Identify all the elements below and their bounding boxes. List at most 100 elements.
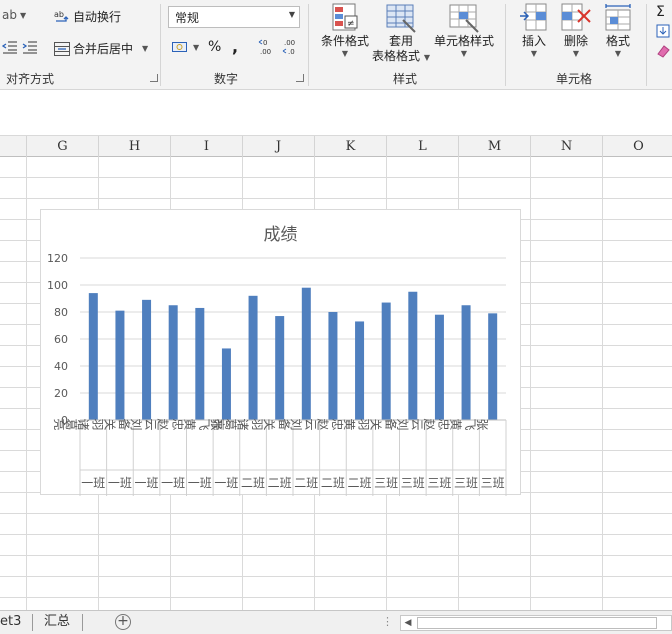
chart-plot-area[interactable]: 020406080100120诸葛亮一班关羽一班刘备一班赵云一班黄忠一班张飞一班… [41,210,522,496]
plus-icon: + [117,613,129,629]
number-dialog-launcher-icon[interactable] [296,74,304,82]
svg-text:ab: ab [54,10,64,19]
tab-split-handle[interactable]: ⋮ [382,615,393,628]
alignment-dialog-launcher-icon[interactable] [150,74,158,82]
increase-indent-button[interactable] [22,40,38,54]
x-group-label: 二班 [294,476,318,490]
comma-style-button[interactable]: , [232,37,238,56]
cell-styles-label: 单元格样式 [433,34,494,48]
column-header-l[interactable]: L [387,136,459,157]
increase-decimal-button[interactable]: 0 .00 [258,38,276,56]
sheet-tabs-bar: et3 汇总 + ⋮ ◀ [0,610,672,634]
bar-一班-刘备[interactable] [142,299,152,420]
merge-center-label: 合并后居中 [73,42,134,56]
column-header-g[interactable]: G [27,136,99,157]
bar-一班-关羽[interactable] [115,310,125,420]
bar-二班-关羽[interactable] [275,316,285,420]
x-tick-label: 黄忠 [172,417,196,431]
group-divider [646,4,647,86]
y-tick-label: 100 [47,279,68,292]
y-tick-label: 80 [54,306,68,319]
merge-center-button[interactable]: 合并后居中 ▼ [54,40,148,57]
bar-三班-张飞[interactable] [488,313,498,420]
chevron-down-icon: ▼ [288,10,295,19]
x-group-label: 三班 [374,476,398,490]
wrap-text-button[interactable]: ab 自动换行 [54,8,121,25]
x-group-label: 一班 [81,476,105,490]
y-tick-label: 120 [47,252,68,265]
insert-cells-label: 插入 [521,34,546,48]
bar-一班-诸葛亮[interactable] [88,293,98,420]
scrollbar-thumb[interactable] [417,617,657,629]
conditional-formatting-icon: ≠ [332,3,358,31]
column-header-i[interactable]: I [171,136,243,157]
x-tick-label: 诸葛亮 [53,417,89,431]
increase-decimal-icon: 0 .00 [258,39,271,56]
svg-text:.00: .00 [260,48,271,56]
bar-二班-刘备[interactable] [301,287,311,420]
cell-styles-button[interactable]: 单元格样式 ▼ [432,2,496,58]
fill-down-icon [656,24,670,38]
column-header-j[interactable]: J [243,136,315,157]
sheet-tab-3[interactable]: et3 [0,611,21,634]
bar-二班-黄忠[interactable] [355,321,365,420]
column-header-o[interactable]: O [603,136,672,157]
bar-一班-赵云[interactable] [168,305,178,420]
merge-center-icon [54,41,70,56]
bar-三班-黄忠[interactable] [461,305,471,420]
increase-indent-icon [22,41,37,54]
x-tick-label: 关羽 [92,417,116,431]
percent-style-button[interactable]: % [208,39,221,55]
format-as-table-icon [386,4,416,33]
format-as-table-button[interactable]: 套用 表格格式 ▼ [372,2,430,65]
column-header-n[interactable]: N [531,136,603,157]
x-tick-label: 关羽 [252,417,276,431]
column-header-stub[interactable] [0,136,27,157]
fill-button[interactable] [656,24,670,38]
chevron-down-icon: ▼ [614,49,622,58]
column-header-h[interactable]: H [99,136,171,157]
number-format-dropdown[interactable]: 常规 ▼ [168,6,300,28]
bar-三班-刘备[interactable] [408,291,418,420]
format-as-table-label-line2-text: 表格格式 [372,49,421,63]
x-group-label: 一班 [161,476,185,490]
format-cells-button[interactable]: 格式 ▼ [598,2,638,58]
number-group-label: 数字 [214,72,239,86]
scroll-left-arrow-icon[interactable]: ◀ [401,616,415,630]
decrease-decimal-button[interactable]: .00 .0 [282,38,300,56]
cells-group-label: 单元格 [556,72,593,86]
x-tick-label: 关羽 [358,417,382,431]
y-tick-label: 60 [54,333,68,346]
bar-三班-赵云[interactable] [434,314,444,420]
column-header-m[interactable]: M [459,136,531,157]
bar-二班-赵云[interactable] [328,312,338,420]
bar-一班-张飞[interactable] [221,348,231,420]
group-divider [505,4,506,86]
percent-icon: % [208,39,222,55]
x-group-label: 三班 [481,476,505,490]
sheet-tab-summary[interactable]: 汇总 [44,611,70,634]
insert-cells-button[interactable]: 插入 ▼ [514,2,554,58]
cell-styles-icon [449,4,479,33]
bar-二班-诸葛亮[interactable] [248,295,258,420]
chevron-down-icon: ▼ [19,10,27,20]
bar-一班-黄忠[interactable] [195,307,205,420]
comma-icon: , [232,37,239,56]
x-tick-label: 刘备 [384,417,409,431]
orientation-button[interactable]: ab ▼ [2,8,26,22]
column-header-k[interactable]: K [315,136,387,157]
bar-三班-关羽[interactable] [381,302,391,420]
horizontal-scrollbar[interactable]: ◀ [400,615,672,631]
accounting-format-button[interactable]: ▼ [172,40,199,54]
clear-button[interactable] [656,44,670,58]
decrease-indent-button[interactable] [2,40,18,54]
chart-object[interactable]: 成绩 0 20 40 60 80 100 120 诸葛亮 一班 关羽 一班 刘备 一班 赵云 一班 黄忠 一班张… [40,209,522,496]
delete-cells-button[interactable]: 删除 ▼ [556,2,596,58]
x-group-label: 三班 [401,476,425,490]
autosum-button[interactable]: Σ [656,4,665,20]
wrap-text-icon: ab [54,10,69,22]
add-sheet-button[interactable]: + [115,614,131,630]
conditional-formatting-button[interactable]: ≠ 条件格式 ▼ [318,2,372,58]
wrap-text-label: 自动换行 [73,10,122,24]
x-group-label: 二班 [268,476,292,490]
